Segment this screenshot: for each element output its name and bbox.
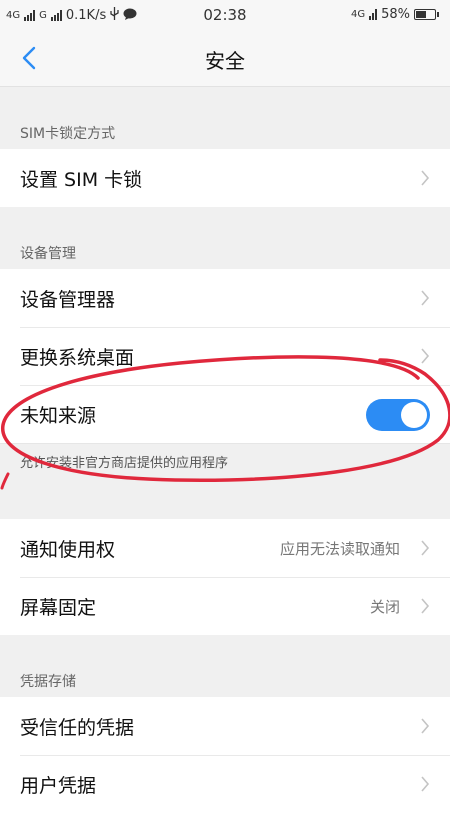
chevron-right-icon [421, 540, 430, 556]
notification-access-label: 通知使用权 [20, 538, 116, 561]
section-header-device: 设备管理 [20, 246, 76, 262]
battery-icon [414, 9, 439, 20]
battery-percent: 58% [381, 7, 410, 22]
user-credentials-row[interactable]: 用户凭据 [0, 755, 450, 813]
app-header: 安全 [0, 30, 450, 87]
section-header-credentials: 凭据存储 [20, 674, 76, 690]
section-header-sim: SIM卡锁定方式 [20, 126, 116, 142]
notification-access-value: 应用无法读取通知 [279, 539, 400, 558]
screen-pinning-value: 关闭 [369, 597, 400, 616]
status-bar: 4G G 0.1K/s 02:38 4G 58% [0, 0, 450, 30]
chevron-right-icon [421, 598, 430, 614]
device-admin-label: 设备管理器 [20, 288, 116, 311]
device-admin-row[interactable]: 设备管理器 [0, 269, 450, 327]
set-sim-lock-row[interactable]: 设置 SIM 卡锁 [0, 149, 450, 207]
screen-pinning-label: 屏幕固定 [20, 596, 97, 619]
toggle-knob [401, 402, 427, 428]
unknown-sources-toggle[interactable] [366, 399, 430, 431]
settings-list: SIM卡锁定方式 设置 SIM 卡锁 设备管理 设备管理器 更换系统桌面 未知来… [0, 87, 450, 813]
chevron-right-icon [421, 718, 430, 734]
notification-access-row[interactable]: 通知使用权 应用无法读取通知 [0, 519, 450, 577]
chevron-right-icon [421, 348, 430, 364]
network-type: 4G [350, 9, 366, 20]
screen-pinning-row[interactable]: 屏幕固定 关闭 [0, 577, 450, 635]
change-launcher-row[interactable]: 更换系统桌面 [0, 327, 450, 385]
chevron-right-icon [421, 776, 430, 792]
trusted-credentials-row[interactable]: 受信任的凭据 [0, 697, 450, 755]
chevron-right-icon [421, 170, 430, 186]
change-launcher-label: 更换系统桌面 [20, 346, 135, 369]
unknown-sources-row: 未知来源 [0, 385, 450, 443]
unknown-sources-label: 未知来源 [20, 404, 97, 427]
set-sim-lock-label: 设置 SIM 卡锁 [20, 168, 143, 191]
battery-fill [416, 11, 426, 18]
status-right: 4G 58% [350, 7, 439, 22]
page-title: 安全 [205, 49, 245, 73]
chevron-right-icon [421, 290, 430, 306]
user-credentials-label: 用户凭据 [20, 774, 97, 797]
trusted-credentials-label: 受信任的凭据 [20, 716, 135, 739]
unknown-sources-description: 允许安装非官方商店提供的应用程序 [0, 443, 450, 479]
network-signal-icon [369, 9, 378, 20]
